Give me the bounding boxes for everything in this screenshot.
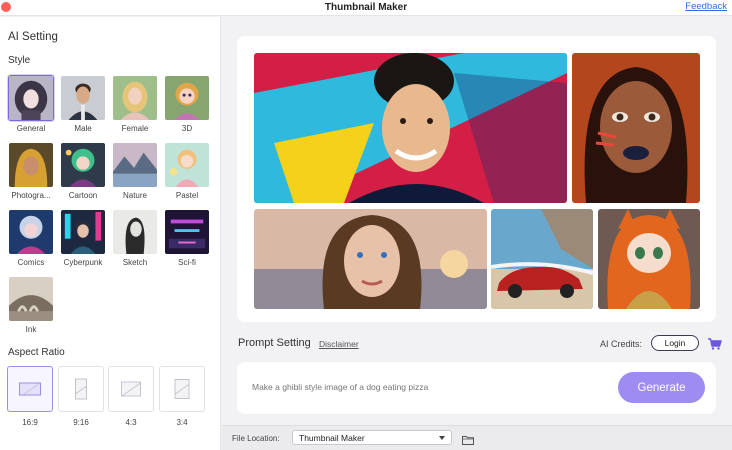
style-pastel-label: Pastel — [175, 191, 199, 200]
style-male[interactable]: Male — [60, 75, 106, 133]
generate-button[interactable]: Generate — [618, 372, 705, 403]
style-pastel-thumbnail — [164, 142, 210, 188]
chevron-down-icon — [439, 436, 445, 440]
aspect-9-16-label: 9:16 — [73, 418, 89, 427]
style-comics[interactable]: Comics — [8, 209, 54, 267]
style-female-label: Female — [121, 124, 149, 133]
aspect-16-9[interactable]: 16:9 — [7, 366, 53, 427]
sample-image-red-car-beach — [491, 209, 593, 309]
style-cyberpunk[interactable]: Cyberpunk — [60, 209, 106, 267]
style-male-label: Male — [74, 124, 92, 133]
style-sci-fi-label: Sci-fi — [178, 258, 196, 267]
aspect-16-9-label: 16:9 — [22, 418, 38, 427]
style-ink-thumbnail — [8, 276, 54, 322]
aspect-3-4-label: 3:4 — [176, 418, 188, 427]
aspect-4-3-label: 4:3 — [125, 418, 137, 427]
style-male-thumbnail — [60, 75, 106, 121]
style-photography[interactable]: Photogra... — [8, 142, 54, 200]
style-cartoon-thumbnail — [60, 142, 106, 188]
aspect-3-4-icon — [174, 379, 190, 399]
style-comics-thumbnail — [8, 209, 54, 255]
ai-credits-label: AI Credits: — [600, 339, 643, 349]
prompt-panel: Generate — [237, 362, 716, 414]
feedback-link[interactable]: Feedback — [685, 1, 727, 12]
style-sketch-thumbnail — [112, 209, 158, 255]
aspect-4-3[interactable]: 4:3 — [108, 366, 154, 427]
style-nature[interactable]: Nature — [112, 142, 158, 200]
file-location-select[interactable]: Thumbnail Maker — [292, 430, 452, 445]
prompt-setting-title: Prompt Setting — [238, 337, 311, 349]
app-title: Thumbnail Maker — [324, 2, 408, 13]
style-sketch-label: Sketch — [122, 258, 148, 267]
folder-icon[interactable] — [462, 432, 474, 445]
aspect-ratio-section-title: Aspect Ratio — [8, 347, 65, 358]
style-cartoon-label: Cartoon — [68, 191, 98, 200]
preview-gallery — [237, 36, 716, 322]
style-section-title: Style — [8, 55, 31, 66]
style-photography-thumbnail — [8, 142, 54, 188]
style-sci-fi-thumbnail — [164, 209, 210, 255]
style-cyberpunk-thumbnail — [60, 209, 106, 255]
prompt-input[interactable] — [252, 380, 592, 394]
sample-image-anime-girl — [598, 209, 700, 309]
cart-icon[interactable] — [708, 337, 722, 350]
aspect-4-3-icon — [121, 381, 141, 397]
style-3d-thumbnail — [164, 75, 210, 121]
style-comics-label: Comics — [17, 258, 45, 267]
sidebar: AI Setting Style General Male Female 3D … — [0, 17, 221, 450]
aspect-16-9-icon — [19, 382, 41, 396]
ai-setting-heading: AI Setting — [8, 31, 58, 43]
style-nature-label: Nature — [122, 191, 147, 200]
style-cartoon[interactable]: Cartoon — [60, 142, 106, 200]
style-female[interactable]: Female — [112, 75, 158, 133]
sample-image-man-portrait — [254, 53, 567, 203]
style-sketch[interactable]: Sketch — [112, 209, 158, 267]
style-3d[interactable]: 3D — [164, 75, 210, 133]
file-location-label: File Location: — [232, 434, 280, 443]
style-general-label: General — [16, 124, 46, 133]
style-general-thumbnail — [8, 75, 54, 121]
title-bar: Thumbnail Maker Feedback — [0, 0, 732, 16]
sample-image-woman-face-paint — [572, 53, 700, 203]
style-pastel[interactable]: Pastel — [164, 142, 210, 200]
style-cyberpunk-label: Cyberpunk — [63, 258, 103, 267]
sample-image-woman-sunset — [254, 209, 487, 309]
bottom-bar: File Location: Thumbnail Maker — [222, 425, 732, 450]
style-photography-label: Photogra... — [11, 191, 51, 200]
style-nature-thumbnail — [112, 142, 158, 188]
style-ink-label: Ink — [25, 325, 37, 334]
style-female-thumbnail — [112, 75, 158, 121]
file-location-value: Thumbnail Maker — [299, 433, 365, 443]
aspect-3-4[interactable]: 3:4 — [159, 366, 205, 427]
style-ink[interactable]: Ink — [8, 276, 54, 334]
disclaimer-link[interactable]: Disclaimer — [319, 339, 359, 349]
style-general[interactable]: General — [8, 75, 54, 133]
style-sci-fi[interactable]: Sci-fi — [164, 209, 210, 267]
login-button[interactable]: Login — [651, 335, 699, 351]
style-3d-label: 3D — [181, 124, 193, 133]
aspect-9-16[interactable]: 9:16 — [58, 366, 104, 427]
aspect-9-16-icon — [75, 378, 87, 400]
